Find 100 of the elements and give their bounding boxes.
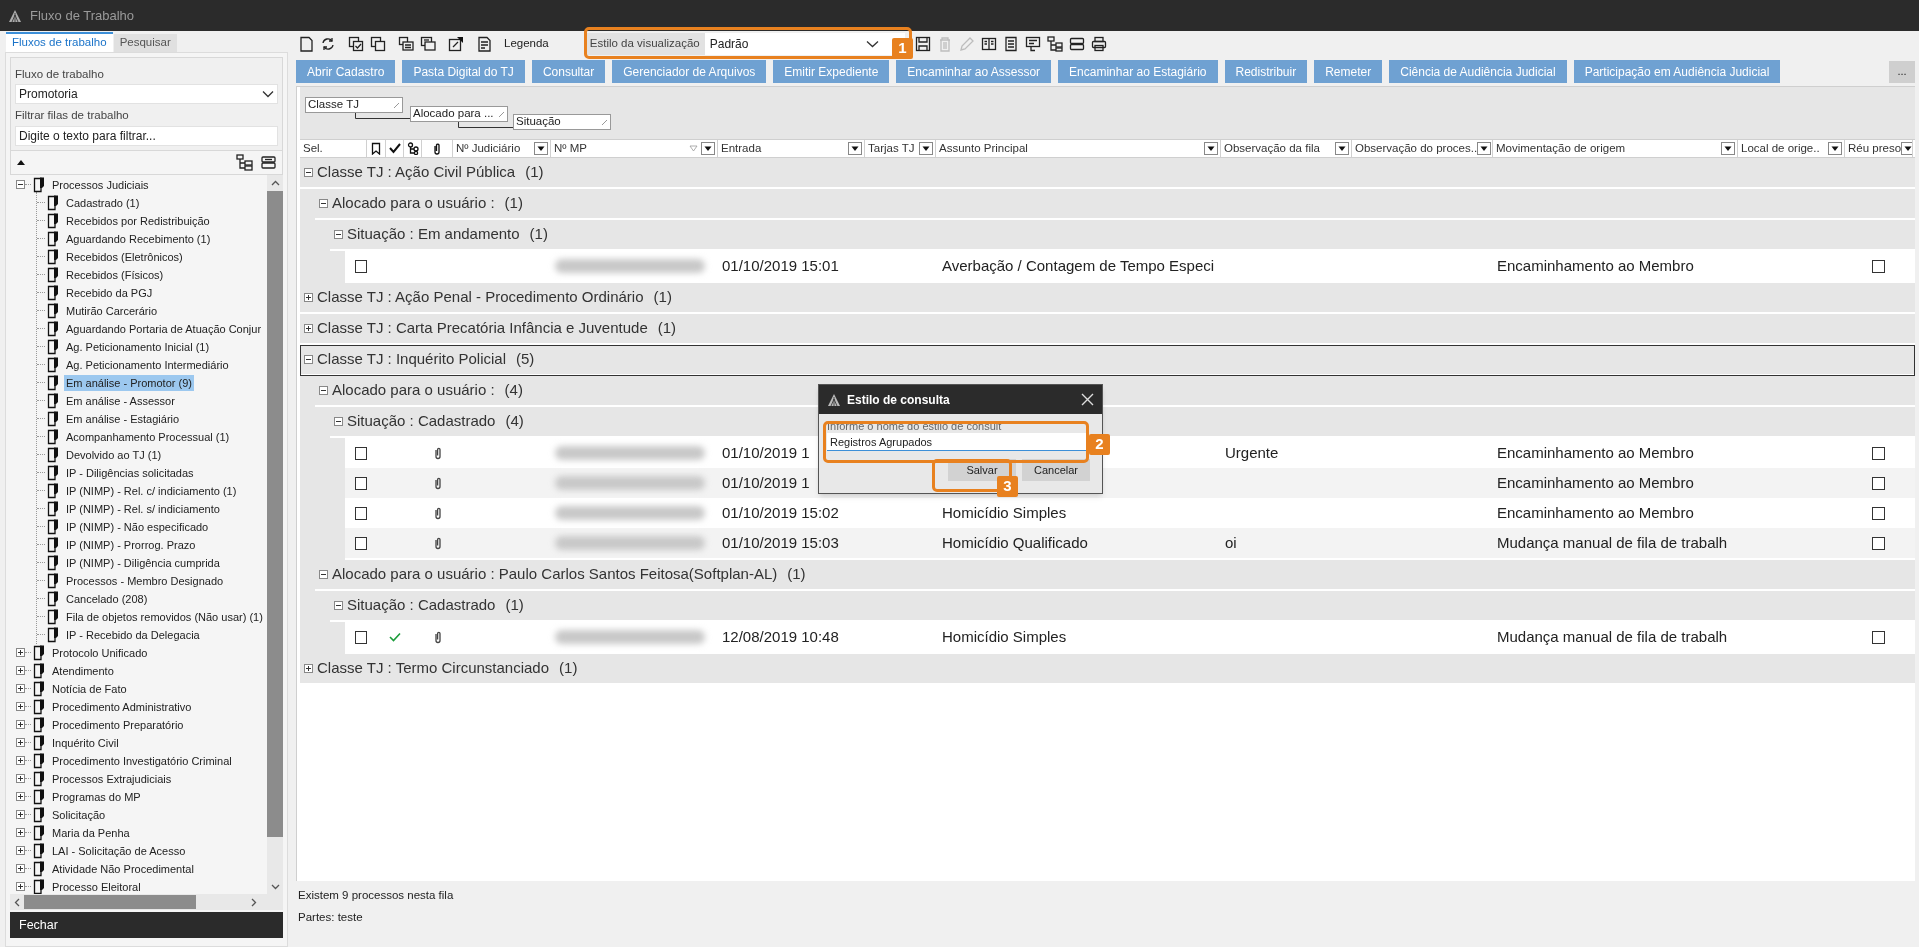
tree-item[interactable]: LAI - Solicitação de Acesso — [50, 842, 188, 859]
expander-icon[interactable] — [16, 792, 25, 801]
filter-dropdown-icon[interactable] — [1828, 142, 1842, 155]
chevron-down-icon[interactable] — [270, 884, 280, 890]
select-all-icon[interactable] — [348, 36, 364, 52]
new-document-icon[interactable] — [298, 36, 314, 52]
tree-item[interactable]: Solicitação — [50, 806, 108, 823]
tree-item[interactable]: Programas do MP — [50, 788, 143, 805]
checkbox[interactable] — [1872, 446, 1885, 460]
hierarchy-icon[interactable] — [236, 153, 253, 171]
tree-item[interactable]: Aguardando Portaria de Atuação Conjur — [64, 320, 264, 337]
expander-icon[interactable] — [16, 864, 25, 873]
copy-icon[interactable] — [370, 36, 386, 52]
expander-icon[interactable] — [16, 774, 25, 783]
print-icon[interactable] — [1090, 36, 1107, 52]
tree-item[interactable]: Protocolo Unificado — [50, 644, 150, 661]
group-header[interactable]: Classe TJ : Inquérito Policial (5) — [300, 345, 1915, 376]
filter-dropdown-icon[interactable] — [1721, 142, 1735, 155]
tree-item[interactable]: Processos Extrajudiciais — [50, 770, 174, 787]
tree-item[interactable]: Recebidos por Redistribuição — [64, 212, 212, 229]
checkbox[interactable] — [1872, 630, 1885, 644]
horizontal-scrollbar[interactable] — [10, 894, 283, 910]
name-field[interactable]: Registros Agrupados — [827, 433, 1089, 451]
tree-item[interactable]: Devolvido ao TJ (1) — [64, 446, 164, 463]
save-icon[interactable] — [914, 36, 931, 52]
close-icon[interactable] — [1081, 393, 1094, 406]
tree-item[interactable]: Em análise - Assessor — [64, 392, 177, 409]
filter-dropdown-icon[interactable] — [1335, 142, 1349, 155]
chevron-right-icon[interactable] — [251, 897, 257, 907]
collapse-all-icon[interactable] — [1068, 36, 1085, 52]
column-header[interactable]: Local de orige.. — [1741, 140, 1820, 157]
expander-icon[interactable] — [334, 601, 343, 610]
expander-icon[interactable] — [16, 702, 25, 711]
expander-icon[interactable] — [16, 828, 25, 837]
tree-item[interactable]: IP (NIMP) - Rel. s/ indiciamento — [64, 500, 222, 517]
column-header[interactable]: Assunto Principal — [939, 140, 1028, 157]
expander-icon[interactable] — [319, 199, 328, 208]
expander-icon[interactable] — [16, 810, 25, 819]
chevron-up-icon[interactable] — [270, 179, 280, 186]
checkbox[interactable] — [1872, 506, 1885, 520]
tree-item[interactable]: Ag. Peticionamento Intermediário — [64, 356, 231, 373]
tab[interactable]: Fluxos de trabalho — [6, 32, 113, 52]
filter-dropdown-icon[interactable] — [919, 142, 933, 155]
tree-item[interactable]: IP (NIMP) - Não especificado — [64, 518, 211, 535]
checkbox[interactable] — [355, 506, 367, 520]
tree-item[interactable]: Procedimento Investigatório Criminal — [50, 752, 234, 769]
workflow-select[interactable]: Promotoria — [15, 84, 278, 105]
checkbox[interactable] — [355, 259, 367, 273]
tree-item[interactable]: Procedimento Preparatório — [50, 716, 186, 733]
export-icon[interactable] — [448, 36, 464, 52]
checkbox[interactable] — [1872, 536, 1885, 550]
tree-item[interactable]: Cancelado (208) — [64, 590, 150, 607]
group-chip[interactable]: Alocado para ... — [410, 106, 508, 122]
expander-icon[interactable] — [304, 293, 313, 302]
expander-icon[interactable] — [319, 570, 328, 579]
form-icon[interactable] — [1024, 36, 1041, 52]
expander-icon[interactable] — [334, 417, 343, 426]
tab[interactable]: Pesquisar — [113, 34, 177, 52]
tree-item[interactable]: Em análise - Estagiário — [64, 410, 182, 427]
tree-item[interactable]: Ag. Peticionamento Inicial (1) — [64, 338, 212, 355]
tree-icon[interactable] — [406, 142, 419, 155]
filter-dropdown-icon[interactable] — [1901, 142, 1912, 155]
expander-icon[interactable] — [16, 846, 25, 855]
tree-item[interactable]: Recebidos (Eletrônicos) — [64, 248, 185, 265]
checkbox[interactable] — [355, 446, 367, 460]
expander-icon[interactable] — [16, 648, 25, 657]
tree-item[interactable]: Acompanhamento Processual (1) — [64, 428, 232, 445]
column-header[interactable]: Réu preso — [1848, 140, 1902, 157]
tree-item[interactable]: Processos Judiciais — [50, 176, 151, 193]
vertical-scrollbar[interactable] — [267, 174, 283, 894]
expander-icon[interactable] — [16, 738, 25, 747]
collapse-arrow-icon[interactable] — [17, 159, 25, 165]
expander-icon[interactable] — [319, 386, 328, 395]
column-header[interactable]: Observação da fila — [1224, 140, 1320, 157]
stack-icon[interactable] — [420, 36, 436, 52]
column-header[interactable]: Nº Judiciário — [456, 140, 521, 157]
close-button[interactable]: Fechar — [10, 912, 283, 938]
expander-icon[interactable] — [304, 664, 313, 673]
tree-item[interactable]: IP (NIMP) - Prorrog. Prazo — [64, 536, 198, 553]
tree-item[interactable]: Maria da Penha — [50, 824, 132, 841]
column-header[interactable]: Movimentação de origem — [1496, 140, 1626, 157]
checkmark-icon[interactable] — [388, 142, 401, 155]
checkbox[interactable] — [1872, 259, 1885, 273]
tree-item[interactable]: Aguardando Recebimento (1) — [64, 230, 213, 247]
expander-icon[interactable] — [304, 168, 313, 177]
chevron-left-icon[interactable] — [14, 897, 20, 907]
tree-item[interactable]: Em análise - Promotor (9) — [64, 374, 194, 391]
tree-item[interactable]: Processo Eleitoral — [50, 878, 143, 894]
checkbox[interactable] — [1872, 476, 1885, 490]
expander-icon[interactable] — [16, 756, 25, 765]
columns-icon[interactable] — [980, 36, 997, 52]
filter-dropdown-icon[interactable] — [848, 142, 862, 155]
filter-dropdown-icon[interactable] — [1477, 142, 1492, 155]
column-header[interactable]: Nº MP — [554, 140, 587, 157]
tree-item[interactable]: IP - Diligências solicitadas — [64, 464, 196, 481]
filter-dropdown-icon[interactable] — [1204, 142, 1218, 155]
more-button[interactable]: ... — [1889, 60, 1915, 83]
tree-item[interactable]: Atividade Não Procedimental — [50, 860, 196, 877]
expander-icon[interactable] — [304, 324, 313, 333]
tree-item[interactable]: Procedimento Administrativo — [50, 698, 194, 715]
